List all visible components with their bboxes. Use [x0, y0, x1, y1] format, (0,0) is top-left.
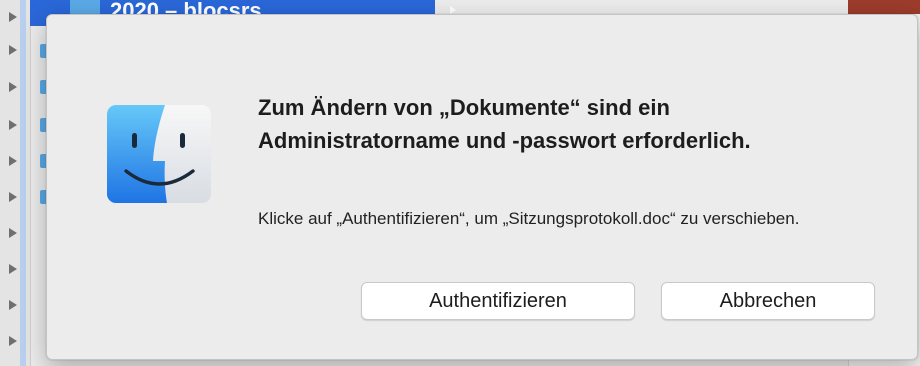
dialog-title: Zum Ändern von „Dokumente“ sind ein Admi…	[258, 95, 751, 153]
disclosure-triangle-icon[interactable]	[9, 192, 17, 202]
finder-icon	[107, 105, 211, 203]
disclosure-triangle-icon[interactable]	[9, 336, 17, 346]
background-right-header	[848, 0, 920, 14]
dialog-message: Klicke auf „Authentifizieren“, um „Sitzu…	[258, 209, 800, 228]
cancel-button[interactable]: Abbrechen	[661, 282, 875, 320]
chevron-right-icon	[450, 6, 456, 14]
disclosure-triangle-icon[interactable]	[9, 120, 17, 130]
disclosure-triangle-icon[interactable]	[9, 156, 17, 166]
selected-folder-label: 2020 – blocsrs	[110, 0, 262, 14]
disclosure-triangle-icon[interactable]	[9, 300, 17, 310]
authentication-dialog: Zum Ändern von „Dokumente“ sind ein Admi…	[46, 14, 918, 360]
background-column-divider	[20, 0, 26, 366]
disclosure-triangle-icon[interactable]	[9, 82, 17, 92]
disclosure-triangle-icon[interactable]	[9, 264, 17, 274]
disclosure-triangle-icon[interactable]	[9, 45, 17, 55]
disclosure-triangle-icon[interactable]	[9, 12, 17, 22]
authenticate-button[interactable]: Authentifizieren	[361, 282, 635, 320]
disclosure-triangle-icon[interactable]	[9, 228, 17, 238]
